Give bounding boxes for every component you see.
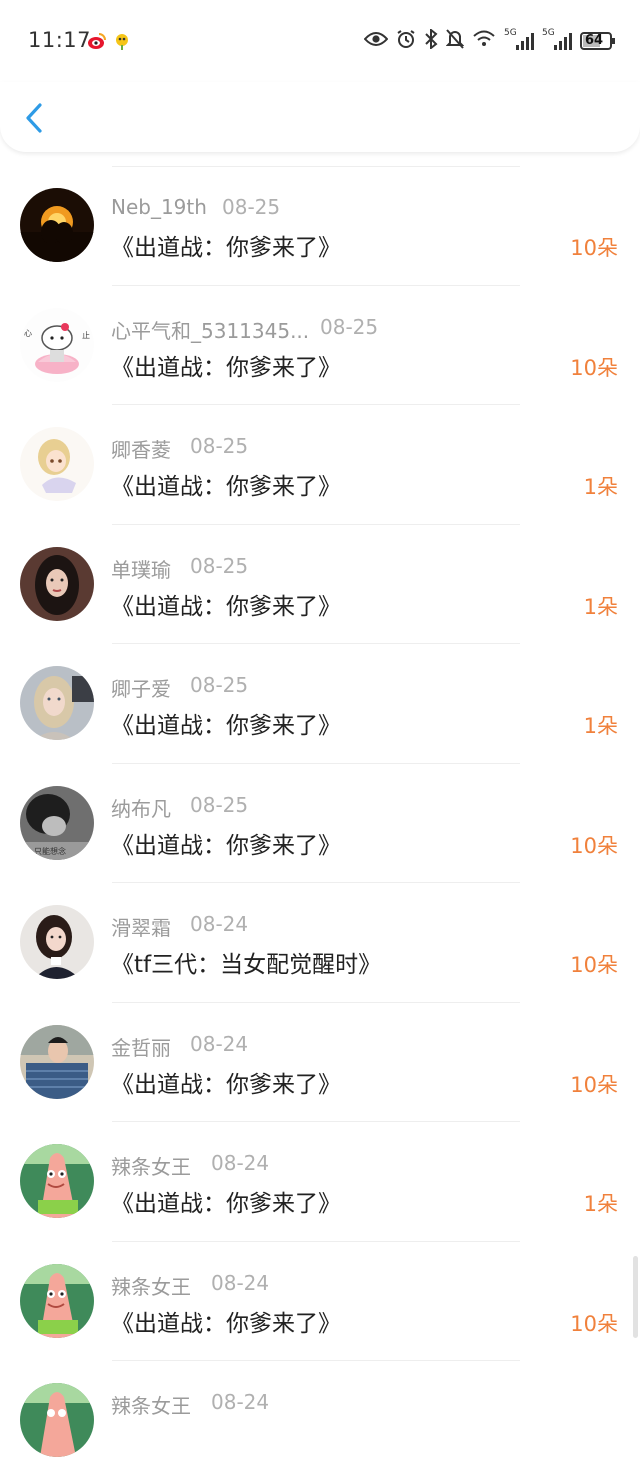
svg-text:心: 心 <box>24 329 32 338</box>
list-item[interactable]: 卿香菱 08-25 《出道战：你爹来了》 1朵 <box>0 405 640 525</box>
flower-count: 1朵 <box>583 714 618 738</box>
avatar[interactable]: 只能想念 <box>20 785 94 860</box>
status-icons: 5G 5G 64 <box>363 26 616 56</box>
flower-count: 1朵 <box>583 1192 618 1216</box>
user-name[interactable]: 辣条女王 <box>111 1151 191 1180</box>
eye-icon <box>363 31 389 51</box>
scrollbar[interactable] <box>633 1256 638 1338</box>
avatar[interactable] <box>20 427 94 501</box>
list-item[interactable]: Neb_19th 08-25 《出道战：你爹来了》 10朵 <box>0 166 640 286</box>
signal-5g-icon: 5G <box>504 28 534 52</box>
wifi-icon <box>472 30 496 52</box>
book-title[interactable]: 《出道战：你爹来了》 <box>111 1184 341 1218</box>
date-label: 08-24 <box>190 1031 249 1056</box>
book-title[interactable]: 《出道战：你爹来了》 <box>111 1304 341 1338</box>
book-title[interactable]: 《出道战：你爹来了》 <box>111 228 341 262</box>
book-title[interactable]: 《tf三代：当女配觉醒时》 <box>111 945 381 979</box>
battery-level: 64 <box>585 33 604 48</box>
chevron-left-icon <box>26 103 42 133</box>
battery-icon: 64 <box>580 31 616 51</box>
bell-muted-icon <box>445 29 465 53</box>
date-label: 08-25 <box>190 792 249 817</box>
avatar[interactable]: 心止 <box>20 307 94 382</box>
list-item[interactable]: 卿子爱 08-25 《出道战：你爹来了》 1朵 <box>0 644 640 764</box>
date-label: 08-25 <box>190 434 249 458</box>
date-label: 08-24 <box>190 912 249 936</box>
book-title[interactable]: 《出道战：你爹来了》 <box>111 706 341 740</box>
book-title[interactable]: 《出道战：你爹来了》 <box>111 826 341 860</box>
list-item[interactable]: 单璞瑜 08-25 《出道战：你爹来了》 1朵 <box>0 525 640 644</box>
list-item[interactable]: 滑翠霜 08-24 《tf三代：当女配觉醒时》 10朵 <box>0 883 640 1003</box>
status-time: 11:17 <box>28 28 92 52</box>
flower-count: 1朵 <box>583 475 618 499</box>
list-item[interactable]: 心止 心平气和_5311345... 08-25 《出道战：你爹来了》 10朵 <box>0 286 640 405</box>
list-item[interactable]: 辣条女王 08-24 <box>0 1361 640 1481</box>
flower-count: 10朵 <box>570 236 618 260</box>
top-app-bar <box>0 82 640 152</box>
avatar[interactable] <box>20 905 94 979</box>
flower-count: 1朵 <box>583 594 618 619</box>
user-name[interactable]: 卿子爱 <box>111 673 171 702</box>
date-label: 08-24 <box>211 1151 270 1175</box>
user-name[interactable]: 金哲丽 <box>111 1032 171 1061</box>
list-item[interactable]: 辣条女王 08-24 《出道战：你爹来了》 10朵 <box>0 1242 640 1361</box>
date-label: 08-25 <box>190 673 249 697</box>
flower-count: 10朵 <box>570 1311 618 1336</box>
user-name[interactable]: 滑翠霜 <box>111 912 171 941</box>
date-label: 08-25 <box>320 314 379 339</box>
avatar[interactable] <box>20 546 94 621</box>
list-item[interactable]: 只能想念 纳布凡 08-25 《出道战：你爹来了》 10朵 <box>0 764 640 883</box>
svg-text:止: 止 <box>82 330 90 340</box>
status-bar: 11:17 5G 5G 64 <box>0 0 640 82</box>
list-item[interactable]: 金哲丽 08-24 《出道战：你爹来了》 10朵 <box>0 1003 640 1122</box>
signal-5g-icon-2: 5G <box>542 28 572 52</box>
user-name[interactable]: 辣条女王 <box>111 1271 191 1300</box>
date-label: 08-25 <box>222 195 281 219</box>
avatar[interactable] <box>20 666 94 740</box>
svg-text:只能想念: 只能想念 <box>34 846 66 856</box>
book-title[interactable]: 《出道战：你爹来了》 <box>111 348 341 382</box>
user-name[interactable]: 辣条女王 <box>111 1390 191 1419</box>
flower-count: 10朵 <box>570 953 618 977</box>
avatar[interactable] <box>20 1144 94 1218</box>
book-title[interactable]: 《出道战：你爹来了》 <box>111 1065 341 1099</box>
bluetooth-icon <box>424 27 438 53</box>
date-label: 08-24 <box>211 1390 270 1414</box>
flower-count: 10朵 <box>570 1072 618 1097</box>
user-name[interactable]: 纳布凡 <box>111 793 171 822</box>
user-name[interactable]: 卿香菱 <box>111 434 171 463</box>
user-name[interactable]: Neb_19th <box>111 195 207 219</box>
date-label: 08-24 <box>211 1270 270 1295</box>
avatar[interactable] <box>20 1383 94 1457</box>
list-item[interactable]: 辣条女王 08-24 《出道战：你爹来了》 1朵 <box>0 1122 640 1242</box>
gift-record-list: Neb_19th 08-25 《出道战：你爹来了》 10朵 心止 心平气和_53… <box>0 166 640 1481</box>
flower-count: 10朵 <box>570 833 618 858</box>
book-title[interactable]: 《出道战：你爹来了》 <box>111 587 341 621</box>
weibo-icon <box>87 31 107 51</box>
avatar[interactable] <box>20 1263 94 1338</box>
user-name[interactable]: 心平气和_5311345... <box>111 315 309 344</box>
alarm-icon <box>396 29 416 53</box>
avatar[interactable] <box>20 1024 94 1099</box>
book-title[interactable]: 《出道战：你爹来了》 <box>111 467 341 501</box>
flower-count: 10朵 <box>570 355 618 380</box>
date-label: 08-25 <box>190 553 249 578</box>
avatar[interactable] <box>20 188 94 262</box>
back-button[interactable] <box>20 100 50 136</box>
app-notification-icon <box>112 31 132 51</box>
user-name[interactable]: 单璞瑜 <box>111 554 171 583</box>
